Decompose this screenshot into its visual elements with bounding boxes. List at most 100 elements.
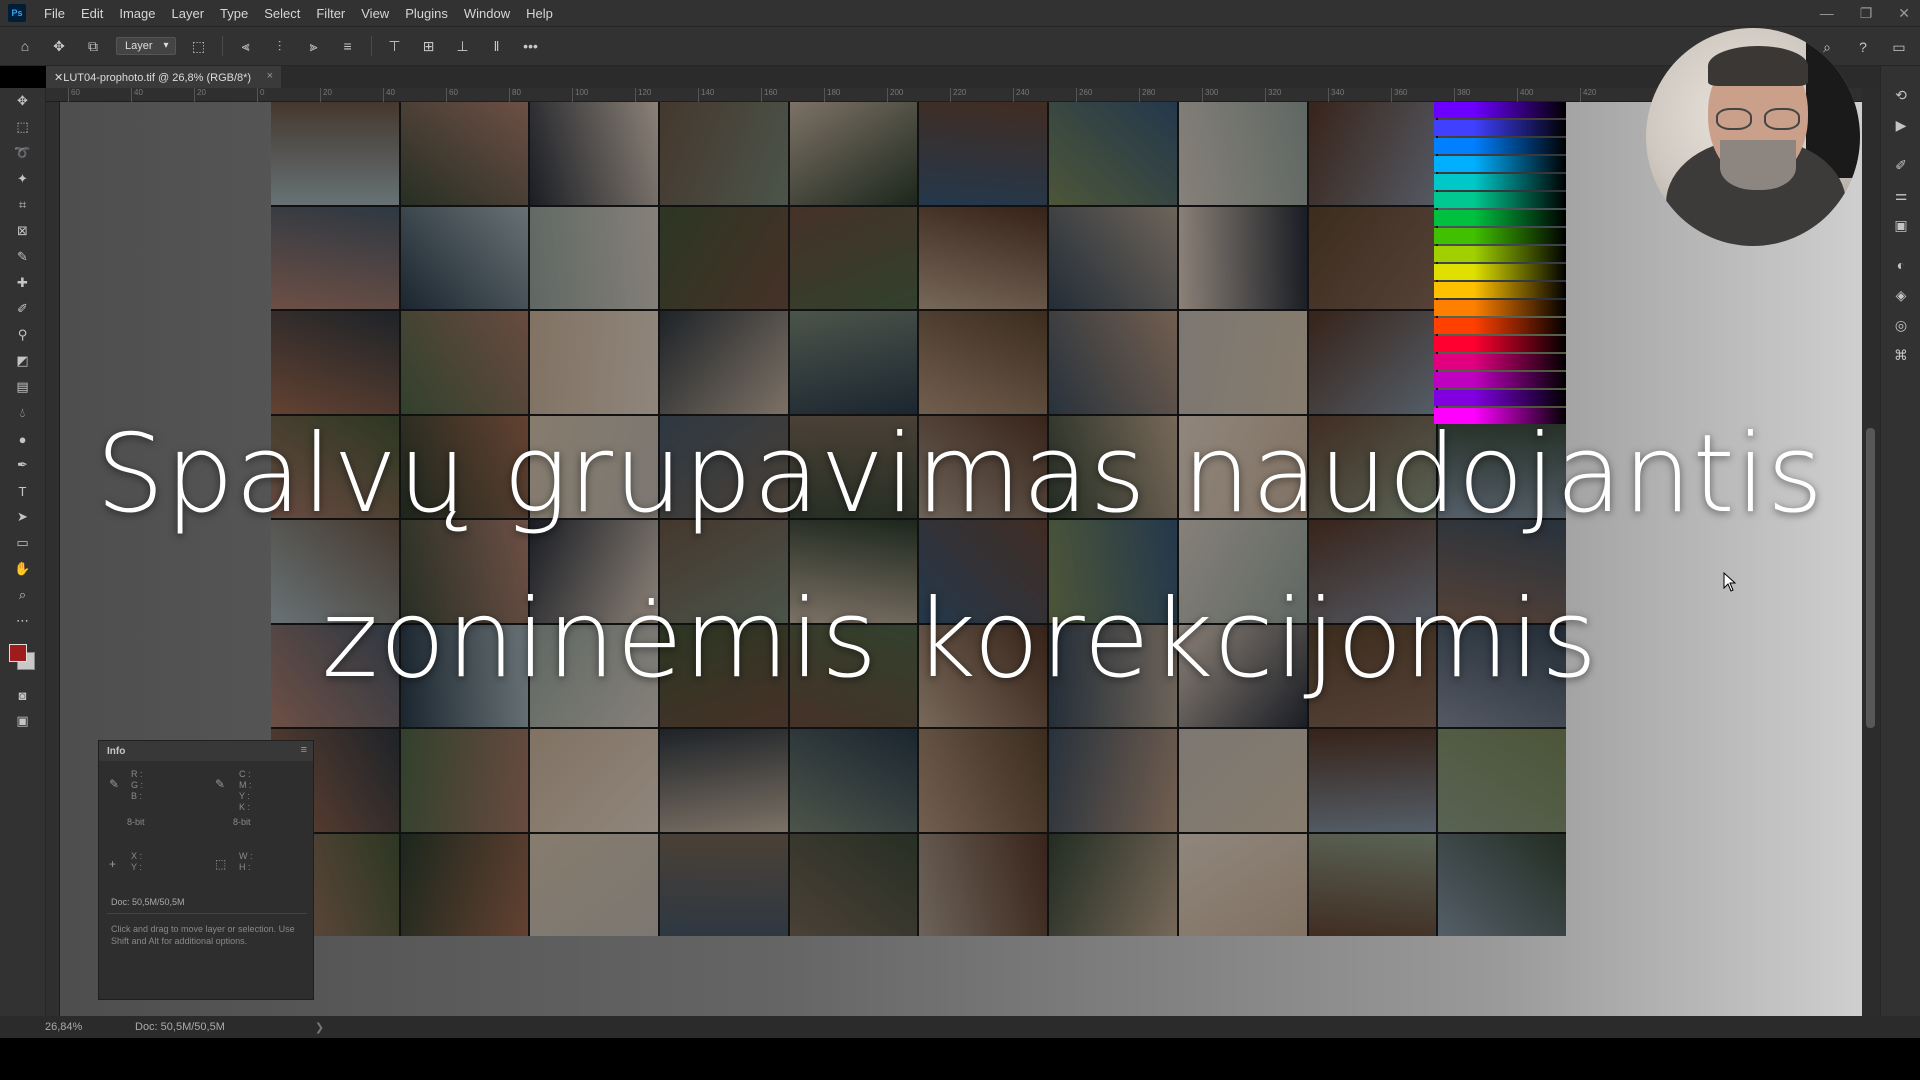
presenter-hair [1708,46,1808,86]
letterbox-bar [0,1038,1920,1080]
photo-tile [271,206,399,309]
ruler-tick: 120 [635,88,651,102]
align-top-icon[interactable]: ⊤ [384,35,406,57]
video-title-overlay: Spalvų grupavimas naudojantis zoninėmis … [0,392,1920,722]
menu-select[interactable]: Select [256,6,308,21]
menu-image[interactable]: Image [111,6,163,21]
cmyk-readout: C : M : Y : K : [239,769,252,812]
brush-tool-icon[interactable]: ✐ [8,298,38,320]
align-right-icon[interactable]: ⫸ [303,35,325,57]
layers-icon[interactable]: ◈ [1881,280,1920,310]
document-size: Doc: 50,5M/50,5M [135,1021,225,1033]
ruler-tick: 300 [1202,88,1218,102]
distribute-vertical-icon[interactable]: ‖ [486,35,508,57]
ruler-tick: 140 [698,88,714,102]
ruler-tick: 40 [383,88,395,102]
selection-size-icon: ⬚ [215,857,227,871]
zoom-level[interactable]: 26,84% [45,1021,135,1033]
info-panel: Info ≡ ✎ R : G : B : ✎ C : M : Y : K : 8… [98,740,314,1000]
menu-layer[interactable]: Layer [164,6,213,21]
photo-tile [530,102,659,205]
menu-filter[interactable]: Filter [308,6,353,21]
color-chart-row [1434,174,1566,190]
paths-icon[interactable]: ⌘ [1881,340,1920,370]
eyedropper-icon[interactable]: ✎ [215,777,225,791]
healing-brush-icon[interactable]: ✚ [8,272,38,294]
actions-play-icon[interactable]: ▶ [1881,110,1920,140]
photo-tile [919,729,1048,832]
info-panel-header[interactable]: Info ≡ [99,741,313,761]
color-chart-row [1434,246,1566,262]
auto-select-icon[interactable]: ⧉ [82,35,104,57]
color-chart-row [1434,300,1566,316]
workspace-icon[interactable]: ▭ [1888,36,1910,58]
menu-plugins[interactable]: Plugins [397,6,456,21]
marquee-tool-icon[interactable]: ⬚ [8,116,38,138]
brush-settings-icon[interactable]: ✐ [1881,150,1920,180]
lasso-tool-icon[interactable]: ➰ [8,142,38,164]
adjustments-sliders-icon[interactable]: ⚌ [1881,180,1920,210]
photo-tile [530,206,659,309]
color-chart-row [1434,210,1566,226]
photo-tile [1308,206,1437,309]
crop-tool-icon[interactable]: ⌗ [8,194,38,216]
panel-menu-icon[interactable]: ≡ [301,744,307,756]
clone-stamp-icon[interactable]: ⚲ [8,324,38,346]
channels-icon[interactable]: ◎ [1881,310,1920,340]
menu-view[interactable]: View [353,6,397,21]
auto-select-dropdown[interactable]: Layer [116,37,176,55]
photo-tile [1308,729,1437,832]
photo-tile [660,833,788,936]
frame-tool-icon[interactable]: ⊠ [8,220,38,242]
photo-tile [400,833,529,936]
close-window-button[interactable]: ✕ [1898,5,1910,22]
ruler-tick: 180 [824,88,840,102]
magic-wand-icon[interactable]: ✦ [8,168,38,190]
document-tab-title: ✕LUT04-prophoto.tif @ 26,8% (RGB/8*) [54,71,252,84]
document-tab-bar: ✕LUT04-prophoto.tif @ 26,8% (RGB/8*) × [46,66,1880,88]
photo-tile [530,833,659,936]
menu-window[interactable]: Window [456,6,518,21]
adjustments-icon[interactable]: ◐ [1881,250,1920,280]
move-tool-icon[interactable]: ✥ [8,90,38,112]
color-chart-row [1434,228,1566,244]
photo-tile [1049,102,1177,205]
info-panel-title: Info [107,745,126,757]
align-center-icon[interactable]: ⫶ [269,35,291,57]
eyedropper-icon[interactable]: ✎ [8,246,38,268]
history-icon[interactable]: ⟲ [1881,80,1920,110]
restore-button[interactable]: ❐ [1860,5,1873,22]
menu-type[interactable]: Type [212,6,256,21]
menu-file[interactable]: File [36,6,73,21]
eyedropper-icon[interactable]: ✎ [109,777,119,791]
more-options-icon[interactable]: ••• [520,35,542,57]
photo-tile [400,206,529,309]
align-left-icon[interactable]: ⫷ [235,35,257,57]
photo-tile [1049,833,1177,936]
presenter-glasses [1716,108,1800,130]
color-chart-row [1434,336,1566,352]
window-controls: — ❐ ✕ [1820,0,1910,26]
photo-tile [400,102,529,205]
photo-tile [1178,206,1307,309]
home-icon[interactable]: ⌂ [14,35,36,57]
document-tab[interactable]: ✕LUT04-prophoto.tif @ 26,8% (RGB/8*) × [46,66,282,88]
menu-edit[interactable]: Edit [73,6,111,21]
distribute-icon[interactable]: ≡ [337,35,359,57]
status-menu-arrow-icon[interactable]: ❯ [315,1021,324,1034]
info-doc-size: Doc: 50,5M/50,5M [111,897,185,907]
menu-help[interactable]: Help [518,6,561,21]
align-bottom-icon[interactable]: ⊥ [452,35,474,57]
transform-controls-icon[interactable]: ⬚ [188,35,210,57]
photoshop-logo-icon: Ps [8,4,26,22]
foreground-color-swatch[interactable] [8,644,27,662]
ruler-tick: 20 [320,88,332,102]
libraries-icon[interactable]: ▣ [1881,210,1920,240]
move-tool-icon[interactable]: ✥ [48,35,70,57]
color-chart-row [1434,264,1566,280]
eraser-icon[interactable]: ◩ [8,350,38,372]
close-tab-icon[interactable]: × [267,70,273,82]
align-middle-icon[interactable]: ⊞ [418,35,440,57]
minimize-button[interactable]: — [1820,5,1834,21]
color-chart-row [1434,138,1566,154]
